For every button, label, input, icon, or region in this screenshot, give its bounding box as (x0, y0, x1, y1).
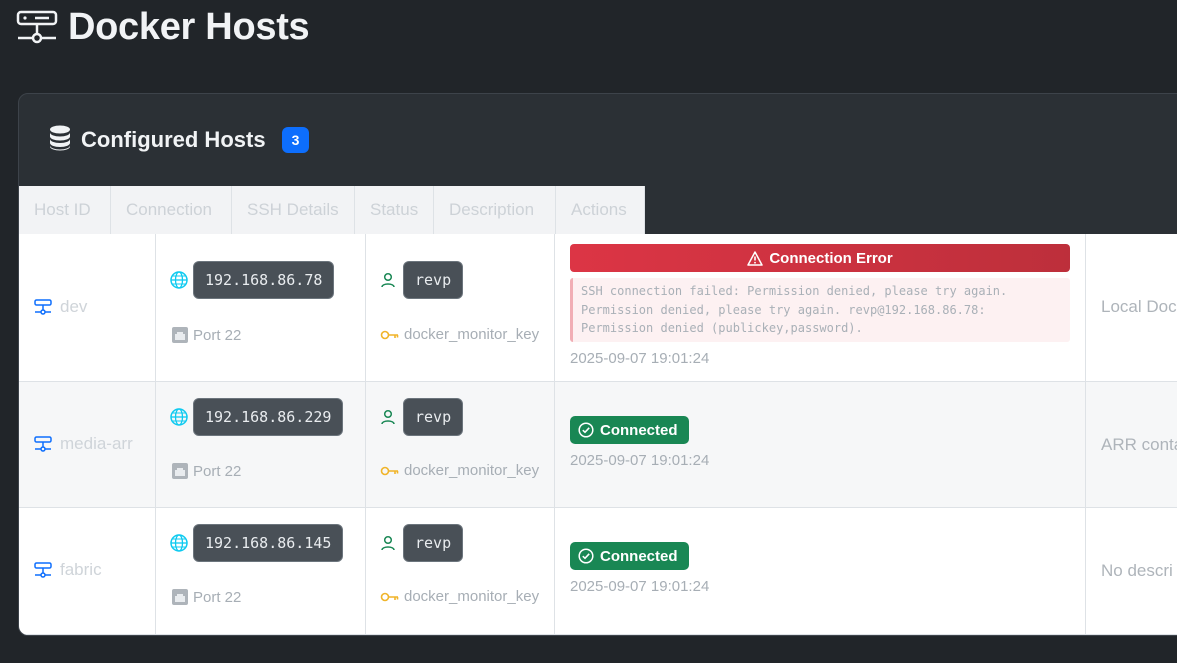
status-cell: Connected 2025-09-07 19:01:24 (555, 382, 1086, 507)
column-ssh-details[interactable]: SSH Details (232, 186, 355, 234)
column-actions: Actions (556, 186, 645, 234)
status-badge: Connected (570, 416, 689, 444)
port: Port 22 (171, 326, 241, 344)
ip-address: 192.168.86.229 (170, 398, 344, 436)
ip-address: 192.168.86.78 (170, 261, 335, 299)
user-icon (381, 409, 395, 425)
ssh-details-cell: revp docker_monitor_key (366, 508, 555, 634)
connection-cell: 192.168.86.78 Port 22 (156, 234, 366, 381)
column-description[interactable]: Description (434, 186, 556, 234)
error-message: SSH connection failed: Permission denied… (570, 278, 1070, 342)
host-icon (34, 562, 52, 578)
card-header: Configured Hosts 3 (19, 94, 1177, 186)
column-connection[interactable]: Connection (111, 186, 232, 234)
ssh-key: docker_monitor_key (380, 326, 539, 343)
host-icon (34, 436, 52, 452)
port: Port 22 (171, 462, 241, 480)
status-label: Connection Error (769, 249, 893, 267)
ssh-key-label: docker_monitor_key (404, 462, 540, 479)
user-icon (381, 535, 395, 551)
table-row: dev 192.168.86.78 Port 22 revp docker_mo… (19, 234, 1177, 382)
error-line: Permission denied, please try again. rev… (581, 302, 986, 317)
status-cell: Connected 2025-09-07 19:01:24 (555, 508, 1086, 634)
database-icon (49, 125, 71, 156)
ssh-user: revp (381, 261, 464, 299)
port-label: Port 22 (193, 326, 242, 344)
key-icon (380, 330, 399, 339)
ssh-details-cell: revp docker_monitor_key (366, 234, 555, 381)
check-circle-icon (578, 548, 594, 564)
ssh-key-label: docker_monitor_key (404, 326, 540, 343)
host-description: Local Doc (1101, 297, 1177, 316)
status-badge: Connected (570, 542, 689, 570)
last-checked-timestamp: 2025-09-07 19:01:24 (570, 578, 710, 595)
ssh-key: docker_monitor_key (380, 462, 539, 479)
port-label: Port 22 (193, 588, 242, 606)
warning-icon (747, 250, 764, 266)
ssh-details-cell: revp docker_monitor_key (366, 382, 555, 507)
ip-address: 192.168.86.145 (170, 524, 344, 562)
last-checked-timestamp: 2025-09-07 19:01:24 (570, 452, 710, 469)
status-cell: Connection Error SSH connection failed: … (555, 234, 1086, 381)
host-id-label: fabric (60, 560, 102, 579)
ssh-user-value: revp (403, 524, 464, 562)
host-id-cell: media-arr (19, 382, 156, 507)
page-header: Docker Hosts (16, 4, 310, 50)
ssh-key-label: docker_monitor_key (404, 588, 540, 605)
port: Port 22 (171, 588, 241, 606)
host-id-label: dev (60, 297, 88, 316)
ssh-user-value: revp (403, 398, 464, 436)
table-row: media-arr 192.168.86.229 Port 22 revp do… (19, 382, 1177, 508)
ip-address-value: 192.168.86.229 (193, 398, 344, 436)
check-circle-icon (578, 422, 594, 438)
last-checked-timestamp: 2025-09-07 19:01:24 (570, 350, 710, 367)
ip-address-value: 192.168.86.145 (193, 524, 344, 562)
column-status[interactable]: Status (355, 186, 434, 234)
error-line: Permission denied (publickey,password). (581, 321, 863, 335)
host-description: ARR conta (1101, 435, 1177, 454)
ethernet-icon (172, 589, 188, 605)
host-id[interactable]: dev (34, 297, 87, 317)
globe-icon (170, 408, 188, 426)
host-count-badge: 3 (281, 127, 310, 153)
description-cell: Local Doc (1086, 234, 1177, 381)
key-icon (380, 466, 399, 475)
ssh-user: revp (381, 524, 464, 562)
host-id-cell: fabric (19, 508, 156, 634)
server-icon (16, 10, 58, 44)
ssh-user: revp (381, 398, 464, 436)
page-title: Docker Hosts (68, 5, 310, 48)
key-icon (380, 592, 399, 601)
host-icon (34, 299, 52, 315)
hosts-card: Configured Hosts 3 Host ID Connection SS… (18, 93, 1177, 636)
ssh-key: docker_monitor_key (380, 588, 539, 605)
host-id-label: media-arr (60, 434, 133, 453)
globe-icon (170, 534, 188, 552)
status-label: Connected (600, 421, 678, 439)
port-label: Port 22 (193, 462, 242, 480)
table-row: fabric 192.168.86.145 Port 22 revp docke… (19, 508, 1177, 635)
ethernet-icon (172, 463, 188, 479)
ethernet-icon (172, 327, 188, 343)
status-label: Connected (600, 547, 678, 565)
ssh-user-value: revp (403, 261, 464, 299)
description-cell: ARR conta (1086, 382, 1177, 507)
host-id[interactable]: media-arr (34, 434, 133, 454)
host-id[interactable]: fabric (34, 560, 102, 580)
error-line: SSH connection failed: Permission denied… (581, 284, 1008, 298)
table-header: Host ID Connection SSH Details Status De… (19, 186, 645, 234)
description-cell: No descri (1086, 508, 1177, 634)
globe-icon (170, 271, 188, 289)
card-title: Configured Hosts (81, 127, 266, 152)
user-icon (381, 272, 395, 288)
ip-address-value: 192.168.86.78 (193, 261, 335, 299)
connection-cell: 192.168.86.145 Port 22 (156, 508, 366, 634)
hosts-table: dev 192.168.86.78 Port 22 revp docker_mo… (19, 234, 1177, 635)
host-id-cell: dev (19, 234, 156, 381)
host-description: No descri (1101, 561, 1173, 580)
connection-cell: 192.168.86.229 Port 22 (156, 382, 366, 507)
status-badge: Connection Error (570, 244, 1070, 272)
column-host-id[interactable]: Host ID (19, 186, 111, 234)
